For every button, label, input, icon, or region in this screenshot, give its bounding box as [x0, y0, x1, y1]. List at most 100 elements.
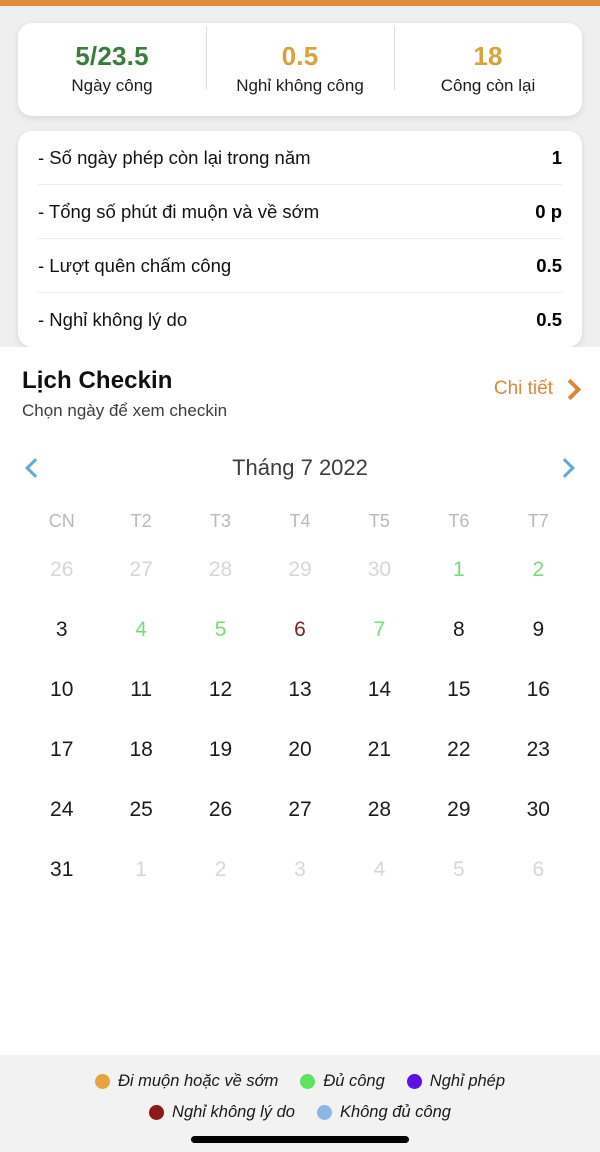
- calendar-day[interactable]: 3: [260, 840, 339, 900]
- checkin-titles: Lịch Checkin Chọn ngày để xem checkin: [22, 367, 227, 421]
- calendar-day[interactable]: 27: [101, 540, 180, 600]
- row-value: 0 p: [535, 200, 562, 222]
- stat-ngay-cong: 5/23.5 Ngày công: [18, 41, 206, 97]
- month-navigator: Tháng 7 2022: [22, 455, 578, 481]
- calendar-day[interactable]: 11: [101, 660, 180, 720]
- calendar-week-row: 24 25 26 27 28 29 30: [22, 780, 578, 840]
- chevron-right-icon: [559, 378, 582, 400]
- calendar-day[interactable]: 1: [419, 540, 498, 600]
- row-label: - Số ngày phép còn lại trong năm: [38, 146, 311, 168]
- calendar-week-row: 3456789: [22, 600, 578, 660]
- calendar-day[interactable]: 15: [419, 660, 498, 720]
- weekday-label: T4: [289, 511, 311, 531]
- calendar-week-row: 26 27 28 29 30 1 2: [22, 540, 578, 600]
- checkin-section: Lịch Checkin Chọn ngày để xem checkin Ch…: [0, 347, 600, 1055]
- detail-link-button[interactable]: Chi tiết: [494, 367, 582, 400]
- legend-dot-icon: [300, 1074, 316, 1089]
- calendar-day[interactable]: 16: [499, 660, 578, 720]
- legend-footer: Đi muộn hoặc về sớm Đủ công Nghỉ phép Nghỉ …: [0, 1055, 600, 1152]
- row-label: - Nghỉ không lý do: [38, 309, 188, 330]
- weekday-label: T2: [130, 511, 152, 531]
- calendar-day[interactable]: 1: [101, 840, 180, 900]
- calendar-day[interactable]: 29: [419, 780, 498, 840]
- calendar-day[interactable]: 22: [419, 720, 498, 780]
- calendar-day[interactable]: 31: [22, 840, 101, 900]
- calendar-week-row: 31 1 2 3 4 5 6: [22, 840, 578, 900]
- calendar-day[interactable]: 6: [260, 600, 339, 660]
- calendar-day[interactable]: 20: [260, 720, 339, 780]
- calendar-day[interactable]: 10: [22, 660, 101, 720]
- table-row: - Nghỉ không lý do 0.5: [38, 293, 562, 347]
- home-indicator: [191, 1136, 409, 1143]
- calendar-day[interactable]: 8: [419, 600, 498, 660]
- legend-item: Đi muộn hoặc về sớm: [94, 1072, 279, 1091]
- calendar-day[interactable]: 9: [499, 600, 578, 660]
- calendar-day[interactable]: 21: [340, 720, 419, 780]
- calendar-grid: CN T2 T3 T4 T5 T6 T7 26 27 28 29 30 1 2 3 4 5 6 7 8 9…: [22, 503, 578, 900]
- page-subtitle: Chọn ngày để xem checkin: [22, 401, 228, 420]
- calendar-day[interactable]: 28: [181, 540, 260, 600]
- calendar-day[interactable]: 7: [340, 600, 419, 660]
- calendar-day[interactable]: 5: [181, 600, 260, 660]
- chevron-left-icon[interactable]: [25, 458, 45, 478]
- row-label: - Lượt quên chấm công: [38, 254, 232, 276]
- calendar-day[interactable]: 2: [499, 540, 578, 600]
- calendar-day[interactable]: 12: [181, 660, 260, 720]
- table-row: - Lượt quên chấm công 0.5: [38, 239, 562, 293]
- calendar-day[interactable]: 3: [22, 600, 101, 660]
- calendar-weekday-row: CN T2 T3 T4 T5 T6 T7: [22, 503, 578, 540]
- month-label: Tháng 7 2022: [232, 455, 368, 480]
- legend-label: Đủ công: [323, 1072, 385, 1090]
- legend-label: Nghỉ phép: [429, 1072, 506, 1090]
- checkin-header: Lịch Checkin Chọn ngày để xem checkin Ch…: [22, 347, 582, 421]
- row-value: 1: [551, 146, 562, 168]
- weekday-label: CN: [48, 511, 75, 531]
- calendar-week-row: 17 18 19 20 21 22 23: [22, 720, 578, 780]
- legend-row: Nghỉ không lý do Không đủ công: [0, 1103, 600, 1122]
- weekday-label: T3: [210, 511, 232, 531]
- weekday-label: T7: [527, 511, 549, 531]
- stat-value: 18: [473, 41, 503, 71]
- calendar-day[interactable]: 25: [101, 780, 180, 840]
- calendar-day[interactable]: 23: [499, 720, 578, 780]
- chevron-right-icon[interactable]: [555, 458, 575, 478]
- table-row: - Tổng số phút đi muộn và về sớm 0 p: [38, 185, 562, 239]
- calendar-day[interactable]: 27: [260, 780, 339, 840]
- calendar-day[interactable]: 18: [101, 720, 180, 780]
- legend-label: Đi muộn hoặc về sớm: [117, 1072, 279, 1090]
- legend-item: Không đủ công: [316, 1103, 451, 1122]
- calendar-day[interactable]: 26: [22, 540, 101, 600]
- calendar-day[interactable]: 4: [340, 840, 419, 900]
- calendar-day[interactable]: 5: [419, 840, 498, 900]
- weekday-label: T5: [368, 511, 390, 531]
- stat-cong-con-lai: 18 Công còn lại: [394, 26, 582, 97]
- calendar-week-row: 10 11 12 13 14 15 16: [22, 660, 578, 720]
- row-value: 0.5: [536, 309, 562, 330]
- details-card: - Số ngày phép còn lại trong năm 1 - Tổn…: [18, 131, 582, 347]
- legend-item: Nghỉ không lý do: [149, 1103, 295, 1122]
- calendar-day[interactable]: 30: [340, 540, 419, 600]
- legend-label: Nghỉ không lý do: [172, 1103, 295, 1121]
- page-title: Lịch Checkin: [22, 367, 173, 394]
- calendar-day[interactable]: 4: [101, 600, 180, 660]
- row-value: 0.5: [536, 254, 562, 276]
- calendar-day[interactable]: 6: [499, 840, 578, 900]
- stat-label: Ngày công: [71, 75, 153, 95]
- calendar-day[interactable]: 24: [22, 780, 101, 840]
- calendar-day[interactable]: 28: [340, 780, 419, 840]
- stat-value: 0.5: [281, 41, 319, 71]
- calendar-day[interactable]: 13: [260, 660, 339, 720]
- stat-label: Công còn lại: [440, 75, 536, 95]
- calendar-day[interactable]: 14: [340, 660, 419, 720]
- calendar-day[interactable]: 29: [260, 540, 339, 600]
- row-label: - Tổng số phút đi muộn và về sớm: [38, 200, 320, 222]
- legend-item: Nghỉ phép: [406, 1072, 506, 1091]
- calendar-day[interactable]: 26: [181, 780, 260, 840]
- calendar-day[interactable]: 19: [181, 720, 260, 780]
- calendar-day[interactable]: 30: [499, 780, 578, 840]
- legend-rows: Đi muộn hoặc về sớm Đủ công Nghỉ phép Nghỉ …: [0, 1072, 600, 1122]
- calendar-day[interactable]: 2: [181, 840, 260, 900]
- app-root: 5/23.5 Ngày công 0.5 Nghỉ không công 18 …: [0, 0, 600, 1152]
- calendar-day[interactable]: 17: [22, 720, 101, 780]
- legend-label: Không đủ công: [339, 1103, 451, 1121]
